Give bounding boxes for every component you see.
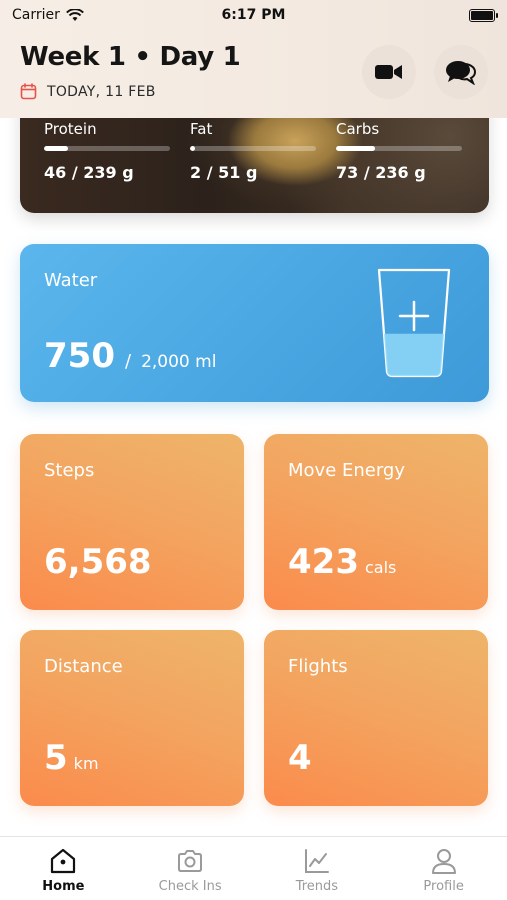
macro-value: 73 / 236 g — [336, 163, 426, 182]
battery-icon — [469, 8, 498, 22]
tab-profile[interactable]: Profile — [380, 837, 507, 900]
tab-label: Trends — [295, 879, 339, 894]
chat-bubbles-icon — [446, 61, 477, 85]
stat-title: Flights — [288, 656, 348, 677]
macro-progress-bar — [190, 146, 316, 151]
stat-title: Steps — [44, 460, 95, 481]
macro-progress-fill — [190, 146, 196, 151]
status-bar: Carrier 6:17 PM — [0, 0, 507, 30]
macro-label: Carbs — [336, 120, 380, 138]
tab-trends[interactable]: Trends — [254, 837, 381, 900]
macro-progress-bar — [44, 146, 170, 151]
tab-check-ins[interactable]: Check Ins — [127, 837, 254, 900]
macro-carbs: Carbs 73 / 236 g — [336, 120, 462, 182]
page-title: Week 1 • Day 1 — [20, 42, 241, 72]
water-card[interactable]: Water 750 / 2,000 ml — [20, 244, 489, 402]
camera-icon — [178, 850, 203, 872]
add-water-glass-icon[interactable] — [374, 266, 454, 378]
macro-progress-fill — [336, 146, 376, 151]
macro-value: 46 / 239 g — [44, 163, 134, 182]
calendar-icon — [20, 83, 37, 100]
date-label: TODAY, 11 FEB — [47, 83, 156, 100]
home-icon — [51, 848, 76, 874]
water-title: Water — [44, 270, 98, 291]
wifi-icon — [65, 8, 84, 21]
tab-label: Profile — [423, 879, 464, 894]
tab-label: Check Ins — [158, 879, 222, 894]
stat-title: Move Energy — [288, 460, 406, 481]
water-slash: / — [124, 351, 132, 372]
trends-icon — [304, 849, 329, 873]
move-energy-card[interactable]: Move Energy 423 cals — [264, 434, 488, 610]
flights-card[interactable]: Flights 4 — [264, 630, 488, 806]
water-value: 750 — [44, 336, 115, 376]
stat-title: Distance — [44, 656, 123, 677]
stat-value: 6,568 — [44, 542, 152, 582]
stat-value: 5 — [44, 738, 68, 778]
chat-button[interactable] — [434, 45, 488, 99]
distance-card[interactable]: Distance 5 km — [20, 630, 244, 806]
macro-fat: Fat 2 / 51 g — [190, 120, 316, 182]
water-goal: 2,000 ml — [141, 352, 217, 372]
stat-value-row: 4 — [288, 738, 318, 778]
stat-value-row: 423 cals — [288, 542, 396, 582]
tab-home[interactable]: Home — [0, 837, 127, 900]
stat-unit: km — [73, 754, 99, 773]
stat-value: 4 — [288, 738, 312, 778]
steps-card[interactable]: Steps 6,568 — [20, 434, 244, 610]
carrier-label: Carrier — [12, 7, 60, 23]
tab-label: Home — [42, 879, 85, 894]
macro-label: Fat — [190, 120, 213, 138]
macro-value: 2 / 51 g — [190, 163, 258, 182]
water-level — [384, 333, 444, 376]
video-camera-icon — [375, 65, 402, 79]
tab-bar: Home Check Ins Trends Profile — [0, 836, 507, 900]
stat-unit: cals — [364, 558, 397, 577]
water-value-row: 750 / 2,000 ml — [44, 336, 216, 376]
macro-progress-bar — [336, 146, 462, 151]
macro-label: Protein — [44, 120, 97, 138]
stat-value: 423 — [288, 542, 359, 582]
video-call-button[interactable] — [362, 45, 416, 99]
macro-protein: Protein 46 / 239 g — [44, 120, 170, 182]
stat-value-row: 5 km — [44, 738, 99, 778]
date-row: TODAY, 11 FEB — [20, 83, 156, 100]
stat-value-row: 6,568 — [44, 542, 158, 582]
macro-progress-fill — [44, 146, 68, 151]
profile-icon — [431, 849, 456, 874]
